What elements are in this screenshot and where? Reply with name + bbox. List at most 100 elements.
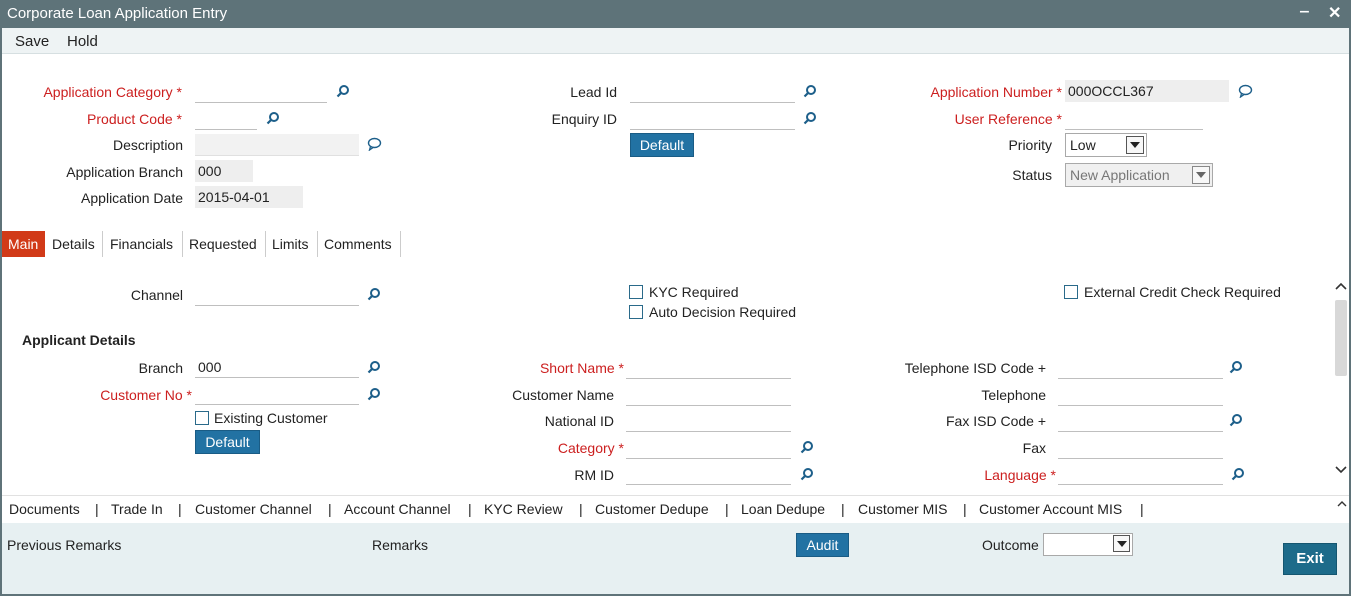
kyc-required-checkbox[interactable] (629, 285, 643, 299)
category-input[interactable] (626, 437, 791, 459)
search-icon[interactable] (1229, 360, 1243, 374)
search-icon[interactable] (800, 440, 814, 454)
chevron-down-icon[interactable] (1335, 462, 1347, 474)
chevron-down-icon[interactable] (1113, 535, 1130, 552)
chevron-down-icon[interactable] (1192, 166, 1210, 184)
default-button[interactable]: Default (630, 133, 694, 157)
chevron-up-icon[interactable] (1336, 498, 1348, 510)
short-name-input[interactable] (626, 357, 791, 379)
status-select[interactable]: New Application (1065, 163, 1213, 187)
priority-select[interactable]: Low (1065, 133, 1147, 157)
save-menu-item[interactable]: Save (15, 33, 49, 50)
link-customer-dedupe[interactable]: Customer Dedupe (595, 501, 709, 517)
search-icon[interactable] (803, 111, 817, 125)
search-icon[interactable] (1229, 413, 1243, 427)
tab-financials[interactable]: Financials (104, 231, 183, 257)
telephone-label: Telephone (981, 387, 1046, 403)
search-icon[interactable] (803, 84, 817, 98)
tab-main[interactable]: Main (2, 231, 45, 257)
lead-id-label: Lead Id (570, 84, 617, 100)
tab-requested[interactable]: Requested (183, 231, 266, 257)
user-reference-input[interactable] (1065, 108, 1203, 130)
branch-input[interactable] (195, 356, 359, 378)
search-icon[interactable] (367, 360, 381, 374)
search-icon[interactable] (266, 111, 280, 125)
rm-id-label: RM ID (574, 467, 614, 483)
search-icon[interactable] (367, 387, 381, 401)
application-category-input[interactable] (195, 81, 327, 103)
close-icon[interactable]: ✕ (1328, 3, 1341, 23)
application-window: Save Hold Application Category * Product… (2, 28, 1349, 594)
enquiry-id-input[interactable] (630, 108, 795, 130)
audit-button[interactable]: Audit (796, 533, 849, 557)
category-label: Category * (557, 440, 624, 456)
window-title: Corporate Loan Application Entry (7, 5, 228, 22)
fax-isd-label: Fax ISD Code + (946, 413, 1046, 429)
default-button[interactable]: Default (195, 430, 260, 454)
chevron-up-icon[interactable] (1335, 280, 1347, 292)
comment-icon[interactable] (367, 137, 382, 151)
title-bar: Corporate Loan Application Entry ‒ ✕ (0, 0, 1351, 28)
link-kyc-review[interactable]: KYC Review (484, 501, 563, 517)
telephone-isd-input[interactable] (1058, 357, 1223, 379)
customer-name-label: Customer Name (512, 387, 614, 403)
application-date-value (195, 186, 303, 208)
description-input[interactable] (195, 134, 359, 156)
minimize-icon[interactable]: ‒ (1300, 3, 1309, 21)
tab-comments[interactable]: Comments (318, 231, 401, 257)
fax-label: Fax (1022, 440, 1046, 456)
channel-label: Channel (130, 287, 183, 303)
previous-remarks-label[interactable]: Previous Remarks (7, 537, 121, 553)
fax-isd-input[interactable] (1058, 410, 1223, 432)
link-documents[interactable]: Documents (9, 501, 80, 517)
search-icon[interactable] (800, 467, 814, 481)
menu-bar: Save Hold (2, 28, 1349, 54)
link-customer-mis[interactable]: Customer MIS (858, 501, 947, 517)
external-credit-check-checkbox[interactable] (1064, 285, 1078, 299)
link-customer-channel[interactable]: Customer Channel (195, 501, 312, 517)
telephone-isd-label: Telephone ISD Code + (904, 360, 1046, 376)
existing-customer-label: Existing Customer (214, 410, 328, 426)
customer-name-input[interactable] (626, 384, 791, 406)
auto-decision-required-checkbox[interactable] (629, 305, 643, 319)
outcome-select[interactable] (1043, 533, 1133, 556)
application-category-label: Application Category * (43, 84, 182, 100)
product-code-label: Product Code * (87, 111, 182, 127)
scrollbar-thumb[interactable] (1335, 300, 1347, 376)
language-label: Language * (984, 467, 1056, 483)
chevron-down-icon[interactable] (1126, 136, 1144, 154)
link-customer-account-mis[interactable]: Customer Account MIS (979, 501, 1122, 517)
user-reference-label: User Reference * (954, 111, 1062, 127)
subscreen-link-bar: Documents | Trade In | Customer Channel … (2, 495, 1349, 523)
search-icon[interactable] (1231, 467, 1245, 481)
fax-input[interactable] (1058, 437, 1223, 459)
lead-id-input[interactable] (630, 81, 795, 103)
link-separator: | (95, 501, 99, 517)
remarks-label[interactable]: Remarks (372, 537, 428, 553)
link-loan-dedupe[interactable]: Loan Dedupe (741, 501, 825, 517)
link-trade-in[interactable]: Trade In (111, 501, 163, 517)
channel-input[interactable] (195, 284, 359, 306)
existing-customer-checkbox[interactable] (195, 411, 209, 425)
national-id-input[interactable] (626, 410, 791, 432)
priority-value: Low (1070, 137, 1096, 153)
search-icon[interactable] (336, 84, 350, 98)
content-scrollbar[interactable] (1333, 266, 1349, 480)
footer-panel: Previous Remarks Remarks Audit Outcome E… (2, 523, 1349, 594)
exit-button[interactable]: Exit (1283, 543, 1337, 575)
status-label: Status (1012, 167, 1052, 183)
tab-details[interactable]: Details (46, 231, 103, 257)
status-value: New Application (1070, 167, 1170, 183)
comment-icon[interactable] (1238, 84, 1253, 98)
tab-limits[interactable]: Limits (266, 231, 318, 257)
customer-no-input[interactable] (195, 383, 359, 405)
applicant-details-title: Applicant Details (22, 332, 136, 348)
rm-id-input[interactable] (626, 463, 791, 485)
language-input[interactable] (1058, 463, 1223, 485)
hold-menu-item[interactable]: Hold (67, 33, 98, 50)
search-icon[interactable] (367, 287, 381, 301)
link-account-channel[interactable]: Account Channel (344, 501, 451, 517)
customer-no-label: Customer No * (100, 387, 192, 403)
telephone-input[interactable] (1058, 384, 1223, 406)
product-code-input[interactable] (195, 108, 257, 130)
